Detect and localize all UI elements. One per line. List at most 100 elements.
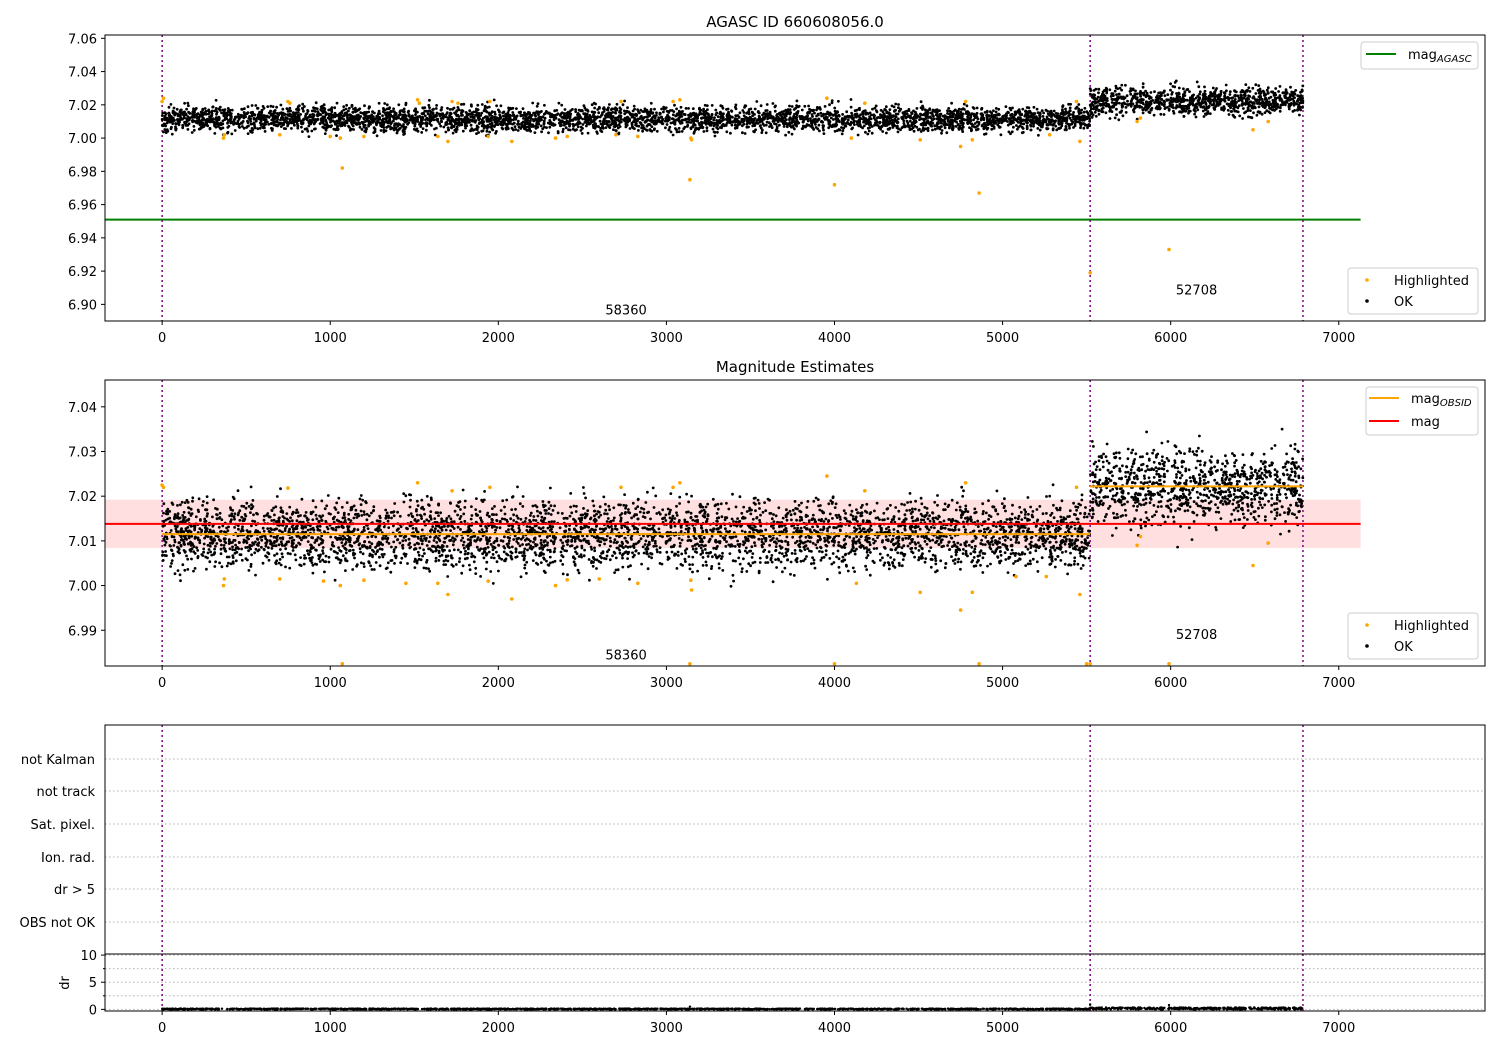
ok-point [617, 123, 621, 126]
ok-point [336, 125, 339, 129]
ok-point [586, 118, 590, 122]
ok-point [251, 128, 255, 132]
ok-point [495, 123, 498, 126]
ok-point [343, 124, 347, 127]
ok-point [1214, 89, 1217, 92]
ok-point [782, 125, 786, 128]
ok-point [983, 126, 987, 130]
ok-point [593, 123, 597, 127]
ok-point [897, 106, 900, 110]
ok-point [857, 107, 861, 111]
ok-point [702, 109, 705, 113]
ok-point [1219, 92, 1223, 96]
ok-point [1010, 130, 1014, 134]
ok-point [446, 122, 449, 126]
ok-point [559, 112, 563, 116]
ok-point [1088, 119, 1091, 123]
ok-point [900, 116, 903, 119]
ok-point [1284, 95, 1288, 99]
ok-point [1096, 104, 1099, 108]
ok-point [501, 111, 505, 115]
ok-point [373, 127, 377, 131]
ok-point [345, 103, 348, 107]
ok-point [1108, 117, 1112, 120]
ok-point [887, 127, 891, 131]
ok-point [1022, 118, 1026, 122]
ok-point [1104, 111, 1108, 115]
ok-point [1265, 88, 1269, 92]
ok-point [1219, 89, 1223, 93]
ok-point [203, 123, 207, 127]
ok-point [1252, 111, 1255, 115]
ok-point [1160, 103, 1164, 106]
ok-point [372, 131, 376, 135]
ok-point [926, 120, 929, 123]
ok-point [297, 115, 301, 119]
ok-point [1108, 105, 1112, 109]
ok-point [342, 105, 346, 108]
ok-point [792, 120, 796, 123]
ok-point [495, 104, 498, 108]
ok-point [712, 130, 716, 134]
ok-point [608, 103, 611, 106]
ok-point [480, 111, 484, 115]
ok-point [1198, 96, 1202, 100]
ok-point [584, 116, 587, 119]
ok-point [1029, 128, 1033, 132]
ok-point [412, 118, 415, 122]
ok-point [516, 122, 519, 126]
ok-point [230, 115, 233, 119]
ok-point [404, 101, 408, 105]
ok-point [1254, 92, 1258, 95]
ok-point [974, 115, 978, 118]
ok-point [281, 123, 285, 127]
ok-point [1247, 115, 1250, 119]
ok-point [926, 126, 930, 130]
ok-point [235, 122, 239, 125]
ok-point [1117, 101, 1121, 105]
ok-point [1032, 115, 1036, 119]
ok-point [745, 111, 749, 115]
ok-point [1264, 96, 1267, 100]
ok-point [519, 110, 522, 114]
ok-point [1158, 100, 1162, 104]
ok-point [324, 128, 328, 132]
ok-point [910, 124, 914, 128]
ok-point [275, 105, 278, 109]
ok-point [516, 129, 520, 132]
ok-point [1276, 102, 1279, 106]
ok-point [382, 107, 385, 110]
ok-point [764, 114, 768, 117]
ok-point [834, 112, 837, 116]
ok-point [1010, 112, 1014, 116]
ok-point [635, 114, 638, 117]
ok-point [1124, 83, 1127, 87]
ok-point [657, 117, 661, 121]
ok-point [641, 110, 644, 113]
ok-point [489, 116, 493, 120]
ok-point [425, 109, 429, 113]
ok-point [748, 115, 752, 119]
ok-point [637, 129, 640, 132]
ok-point [183, 122, 187, 125]
ok-point [1278, 109, 1282, 113]
ok-point [1072, 114, 1075, 117]
ok-point [936, 117, 939, 121]
ok-point [371, 110, 374, 114]
ok-point [835, 114, 839, 118]
ok-point [1273, 96, 1277, 100]
ok-point [246, 121, 250, 124]
ok-point [563, 108, 567, 111]
ok-point [838, 128, 842, 132]
ok-point [1068, 106, 1072, 110]
ok-point [543, 103, 546, 107]
ok-point [580, 109, 584, 112]
ok-point [583, 121, 587, 124]
ok-point [1194, 110, 1197, 113]
ok-point [172, 106, 176, 110]
ok-point [1060, 121, 1064, 125]
ok-point [1004, 116, 1008, 120]
ok-point [642, 126, 646, 130]
ok-point [296, 124, 300, 128]
ok-point [577, 108, 581, 112]
